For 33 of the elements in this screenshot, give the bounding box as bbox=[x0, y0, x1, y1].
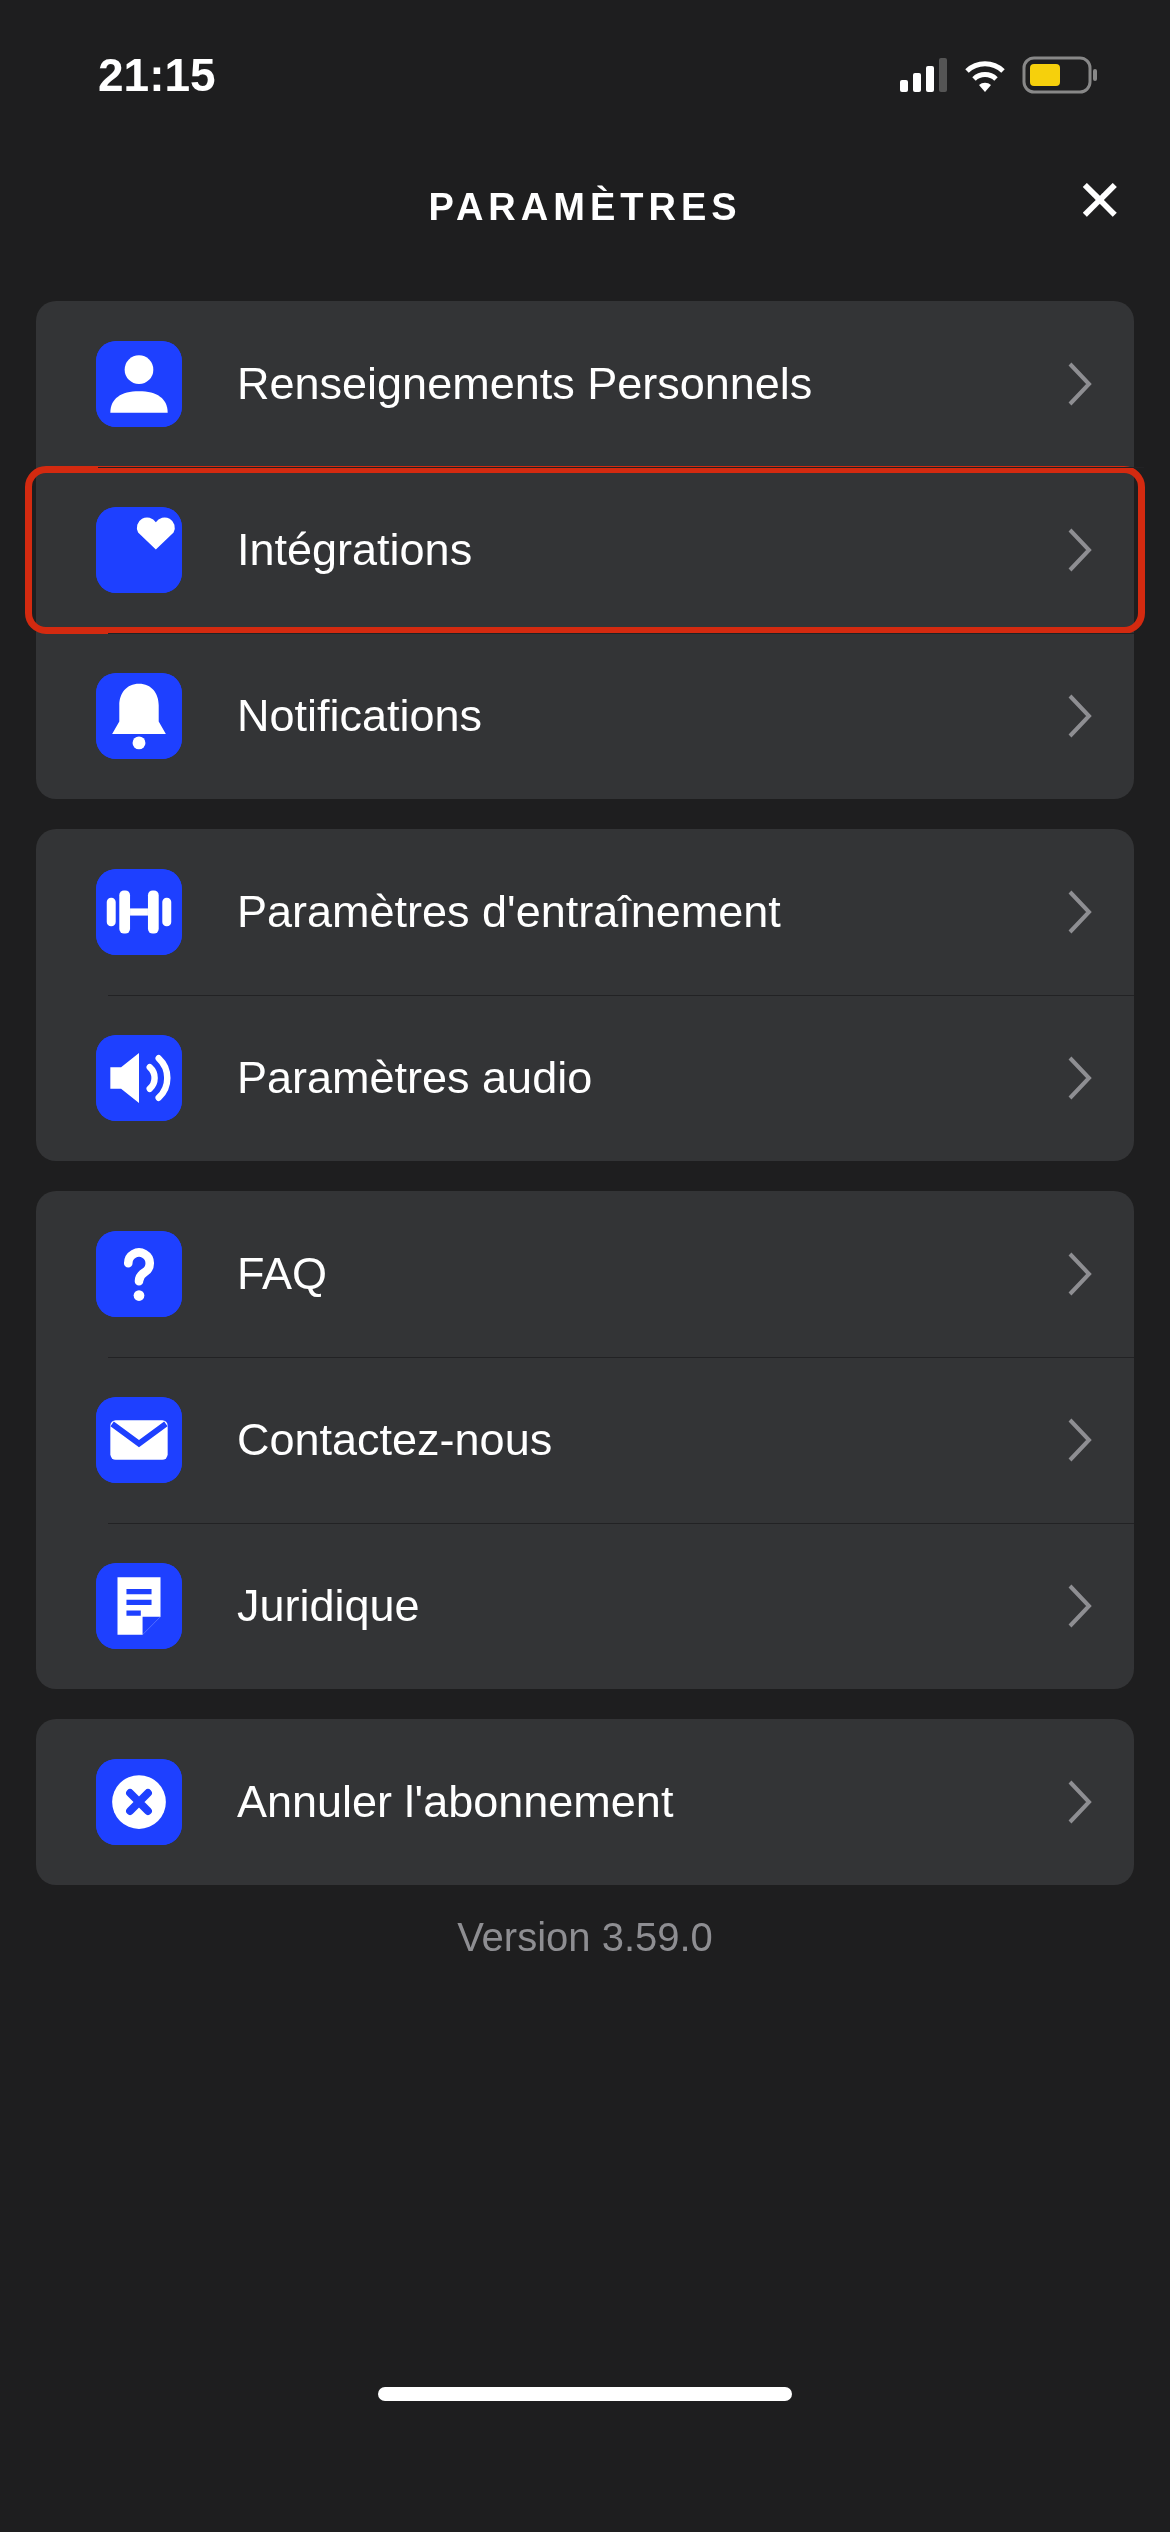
settings-row[interactable]: Contactez-nous bbox=[36, 1357, 1134, 1523]
battery-icon bbox=[1022, 56, 1098, 94]
row-label: Notifications bbox=[237, 690, 484, 742]
row-label: Contactez-nous bbox=[237, 1414, 554, 1466]
mail-icon bbox=[96, 1397, 182, 1483]
person-icon bbox=[96, 341, 182, 427]
row-label: FAQ bbox=[237, 1248, 329, 1300]
question-icon bbox=[96, 1231, 182, 1317]
document-icon bbox=[96, 1563, 182, 1649]
signal-icon bbox=[900, 58, 948, 92]
settings-row[interactable]: Paramètres audio bbox=[36, 995, 1134, 1161]
row-label: Juridique bbox=[237, 1580, 421, 1632]
bell-icon bbox=[96, 673, 182, 759]
settings-row[interactable]: Juridique bbox=[36, 1523, 1134, 1689]
close-button[interactable]: ✕ bbox=[1069, 172, 1130, 230]
settings-row[interactable]: Annuler l'abonnement bbox=[36, 1719, 1134, 1885]
speaker-icon bbox=[96, 1035, 182, 1121]
settings-row[interactable]: FAQ bbox=[36, 1191, 1134, 1357]
dumbbell-icon bbox=[96, 869, 182, 955]
settings-row[interactable]: Notifications bbox=[36, 633, 1134, 799]
screen-title: PARAMÈTRES bbox=[428, 186, 742, 229]
row-label: Intégrations bbox=[237, 524, 474, 576]
row-label: Annuler l'abonnement bbox=[237, 1776, 675, 1828]
row-label: Paramètres audio bbox=[237, 1052, 594, 1104]
version-text: Version 3.59.0 bbox=[456, 1915, 714, 1960]
row-label: Renseignements Personnels bbox=[237, 358, 814, 410]
settings-row[interactable]: Paramètres d'entraînement bbox=[36, 829, 1134, 995]
heart-icon bbox=[96, 507, 182, 593]
settings-row[interactable]: Renseignements Personnels bbox=[36, 301, 1134, 467]
settings-row[interactable]: Intégrations bbox=[26, 467, 1144, 633]
row-label: Paramètres d'entraînement bbox=[237, 886, 782, 938]
cancel-icon bbox=[96, 1759, 182, 1845]
status-time: 21:15 bbox=[98, 48, 216, 102]
